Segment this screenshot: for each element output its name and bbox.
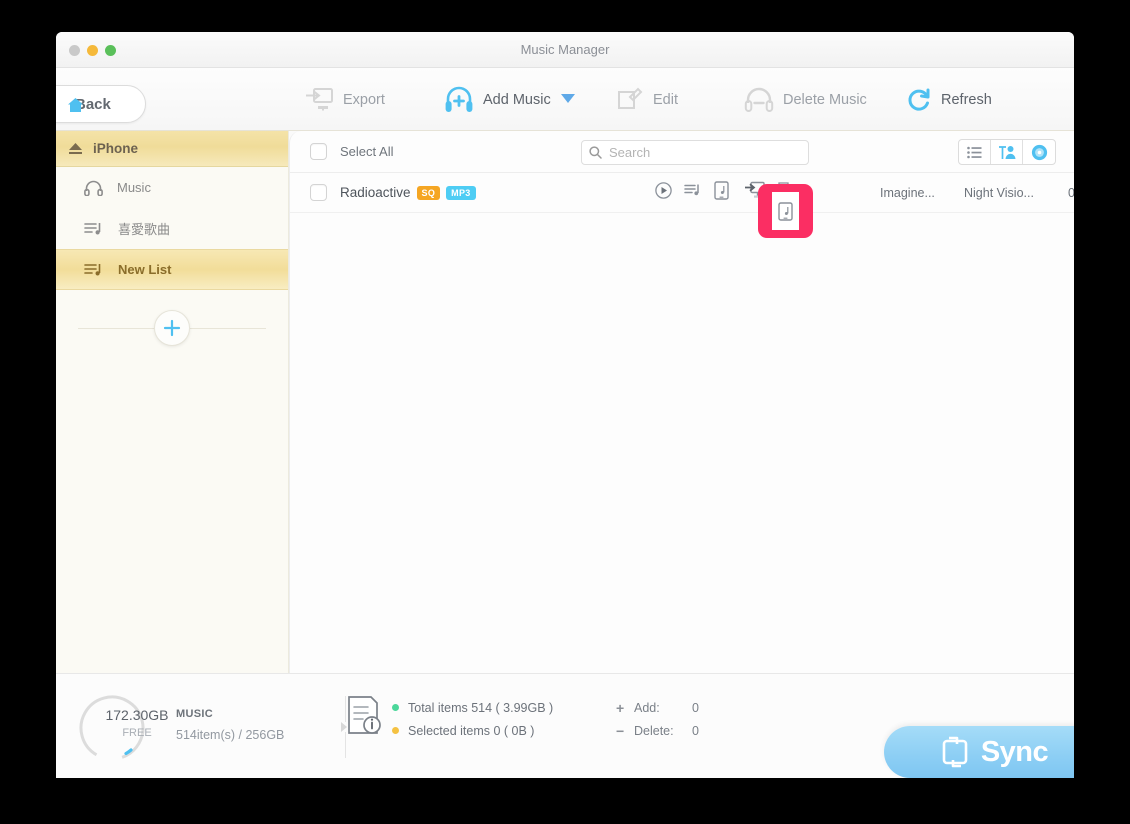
stat-selected-items-text: Selected items 0 ( 0B ) bbox=[408, 723, 535, 738]
search-box[interactable] bbox=[581, 140, 809, 165]
counters-list: + Add: 0 − Delete: 0 bbox=[616, 696, 699, 742]
view-toggle-album-button[interactable] bbox=[1023, 140, 1055, 164]
sidebar-device-iphone[interactable]: iPhone bbox=[56, 131, 288, 167]
stat-total-items: Total items 514 ( 3.99GB ) bbox=[392, 696, 553, 719]
storage-summary: 172.30GB FREE MUSIC 514item(s) / 256GB bbox=[76, 690, 326, 761]
search-icon bbox=[589, 146, 602, 159]
minus-icon: − bbox=[616, 722, 625, 739]
toolbar-label-edit: Edit bbox=[653, 92, 678, 108]
track-album: Night Visio... bbox=[964, 185, 1034, 200]
storage-free-label: FREE bbox=[122, 727, 152, 739]
status-dot-total bbox=[392, 704, 399, 711]
playlist-icon bbox=[84, 263, 101, 275]
plus-icon: + bbox=[616, 699, 625, 716]
select-all-label: Select All bbox=[340, 144, 394, 159]
list-header: Select All bbox=[290, 131, 1074, 173]
document-info-icon bbox=[348, 696, 381, 734]
storage-count-label: 514item(s) / 256GB bbox=[176, 728, 285, 742]
add-music-dropdown-caret-icon[interactable] bbox=[561, 94, 575, 103]
export-to-phone-icon[interactable] bbox=[778, 201, 793, 221]
counter-delete-label: Delete: bbox=[634, 723, 674, 738]
artist-view-icon bbox=[998, 145, 1015, 159]
list-view-icon bbox=[967, 146, 982, 158]
refresh-icon bbox=[908, 88, 930, 111]
album-view-icon bbox=[1031, 144, 1047, 160]
counter-delete: − Delete: 0 bbox=[616, 719, 699, 742]
storage-free-value: 172.30GB bbox=[105, 707, 169, 723]
sidebar-item-music[interactable]: Music bbox=[56, 167, 288, 208]
back-button[interactable]: Back bbox=[56, 85, 146, 123]
playlist-icon bbox=[84, 222, 101, 234]
toolbar-label-add-music: Add Music bbox=[483, 92, 551, 108]
add-playlist-section bbox=[56, 300, 288, 356]
sidebar-item-favourite-songs[interactable]: 喜愛歌曲 bbox=[56, 208, 288, 249]
track-checkbox[interactable] bbox=[310, 184, 327, 201]
track-artist: Imagine... bbox=[880, 185, 935, 200]
toolbar-button-add-music[interactable]: Add Music bbox=[444, 82, 551, 118]
title-bar: Music Manager bbox=[56, 32, 1074, 68]
select-all-checkbox[interactable] bbox=[310, 143, 327, 160]
export-icon bbox=[306, 88, 333, 111]
table-row[interactable]: Radioactive SQ MP3 Imagine... Night Visi… bbox=[290, 173, 1074, 213]
eject-icon bbox=[69, 143, 82, 154]
counter-add-value: 0 bbox=[692, 700, 699, 715]
view-toggle-artist-button[interactable] bbox=[991, 140, 1023, 164]
counter-add-label: Add: bbox=[634, 700, 660, 715]
highlight-annotation bbox=[758, 184, 813, 238]
bottom-status-bar: 172.30GB FREE MUSIC 514item(s) / 256GB T… bbox=[56, 673, 1074, 778]
sidebar-item-label-music: Music bbox=[117, 180, 151, 195]
toolbar: ← Back Export Add Mus bbox=[56, 68, 1074, 131]
export-to-phone-icon[interactable] bbox=[714, 180, 729, 205]
headphone-icon bbox=[84, 180, 103, 196]
play-icon[interactable] bbox=[655, 181, 672, 204]
sync-button[interactable]: Sync bbox=[884, 726, 1074, 778]
track-badge-quality: SQ bbox=[416, 185, 441, 200]
content-panel: Select All Search Radioactive SQ MP3 Ima… bbox=[289, 131, 1074, 673]
sync-icon bbox=[942, 736, 968, 768]
toolbar-label-export: Export bbox=[343, 92, 385, 108]
search-input[interactable] bbox=[609, 145, 799, 160]
track-duration: 04:35 bbox=[1068, 185, 1074, 200]
toolbar-label-delete-music: Delete Music bbox=[783, 92, 867, 108]
add-playlist-button[interactable] bbox=[154, 310, 190, 346]
sidebar-item-label-favourite-songs: 喜愛歌曲 bbox=[118, 222, 171, 237]
toolbar-button-delete-music[interactable]: Delete Music bbox=[744, 82, 867, 118]
stat-total-items-text: Total items 514 ( 3.99GB ) bbox=[408, 700, 554, 715]
home-icon bbox=[68, 98, 83, 112]
toolbar-button-export[interactable]: Export bbox=[306, 82, 385, 118]
status-dot-selected bbox=[392, 727, 399, 734]
toolbar-button-edit[interactable]: Edit bbox=[618, 82, 678, 118]
sidebar: iPhone Music 喜愛歌曲 New List bbox=[56, 131, 289, 673]
view-toggle-group bbox=[958, 139, 1056, 165]
view-toggle-list-button[interactable] bbox=[959, 140, 991, 164]
window-title: Music Manager bbox=[520, 42, 610, 57]
track-badge-format: MP3 bbox=[446, 185, 476, 200]
toolbar-button-refresh[interactable]: Refresh bbox=[906, 82, 992, 118]
sync-button-label: Sync bbox=[980, 735, 1049, 768]
add-music-icon bbox=[445, 86, 473, 112]
edit-icon bbox=[618, 87, 643, 109]
storage-category-label: MUSIC bbox=[176, 708, 213, 720]
stat-selected-items: Selected items 0 ( 0B ) bbox=[392, 719, 553, 742]
plus-icon bbox=[163, 319, 181, 337]
sidebar-item-new-list[interactable]: New List bbox=[56, 249, 288, 290]
add-to-playlist-icon[interactable] bbox=[684, 183, 701, 203]
highlight-inner-target bbox=[772, 192, 799, 230]
track-title: Radioactive bbox=[340, 185, 411, 200]
delete-music-icon bbox=[744, 87, 774, 112]
counter-add: + Add: 0 bbox=[616, 696, 699, 719]
counter-delete-value: 0 bbox=[692, 723, 699, 738]
stats-list: Total items 514 ( 3.99GB ) Selected item… bbox=[392, 696, 553, 742]
sidebar-item-label-new-list: New List bbox=[118, 262, 172, 277]
sidebar-device-label: iPhone bbox=[93, 141, 139, 156]
app-window: Music Manager ← Back Export bbox=[56, 32, 1074, 778]
toolbar-label-refresh: Refresh bbox=[941, 92, 992, 108]
